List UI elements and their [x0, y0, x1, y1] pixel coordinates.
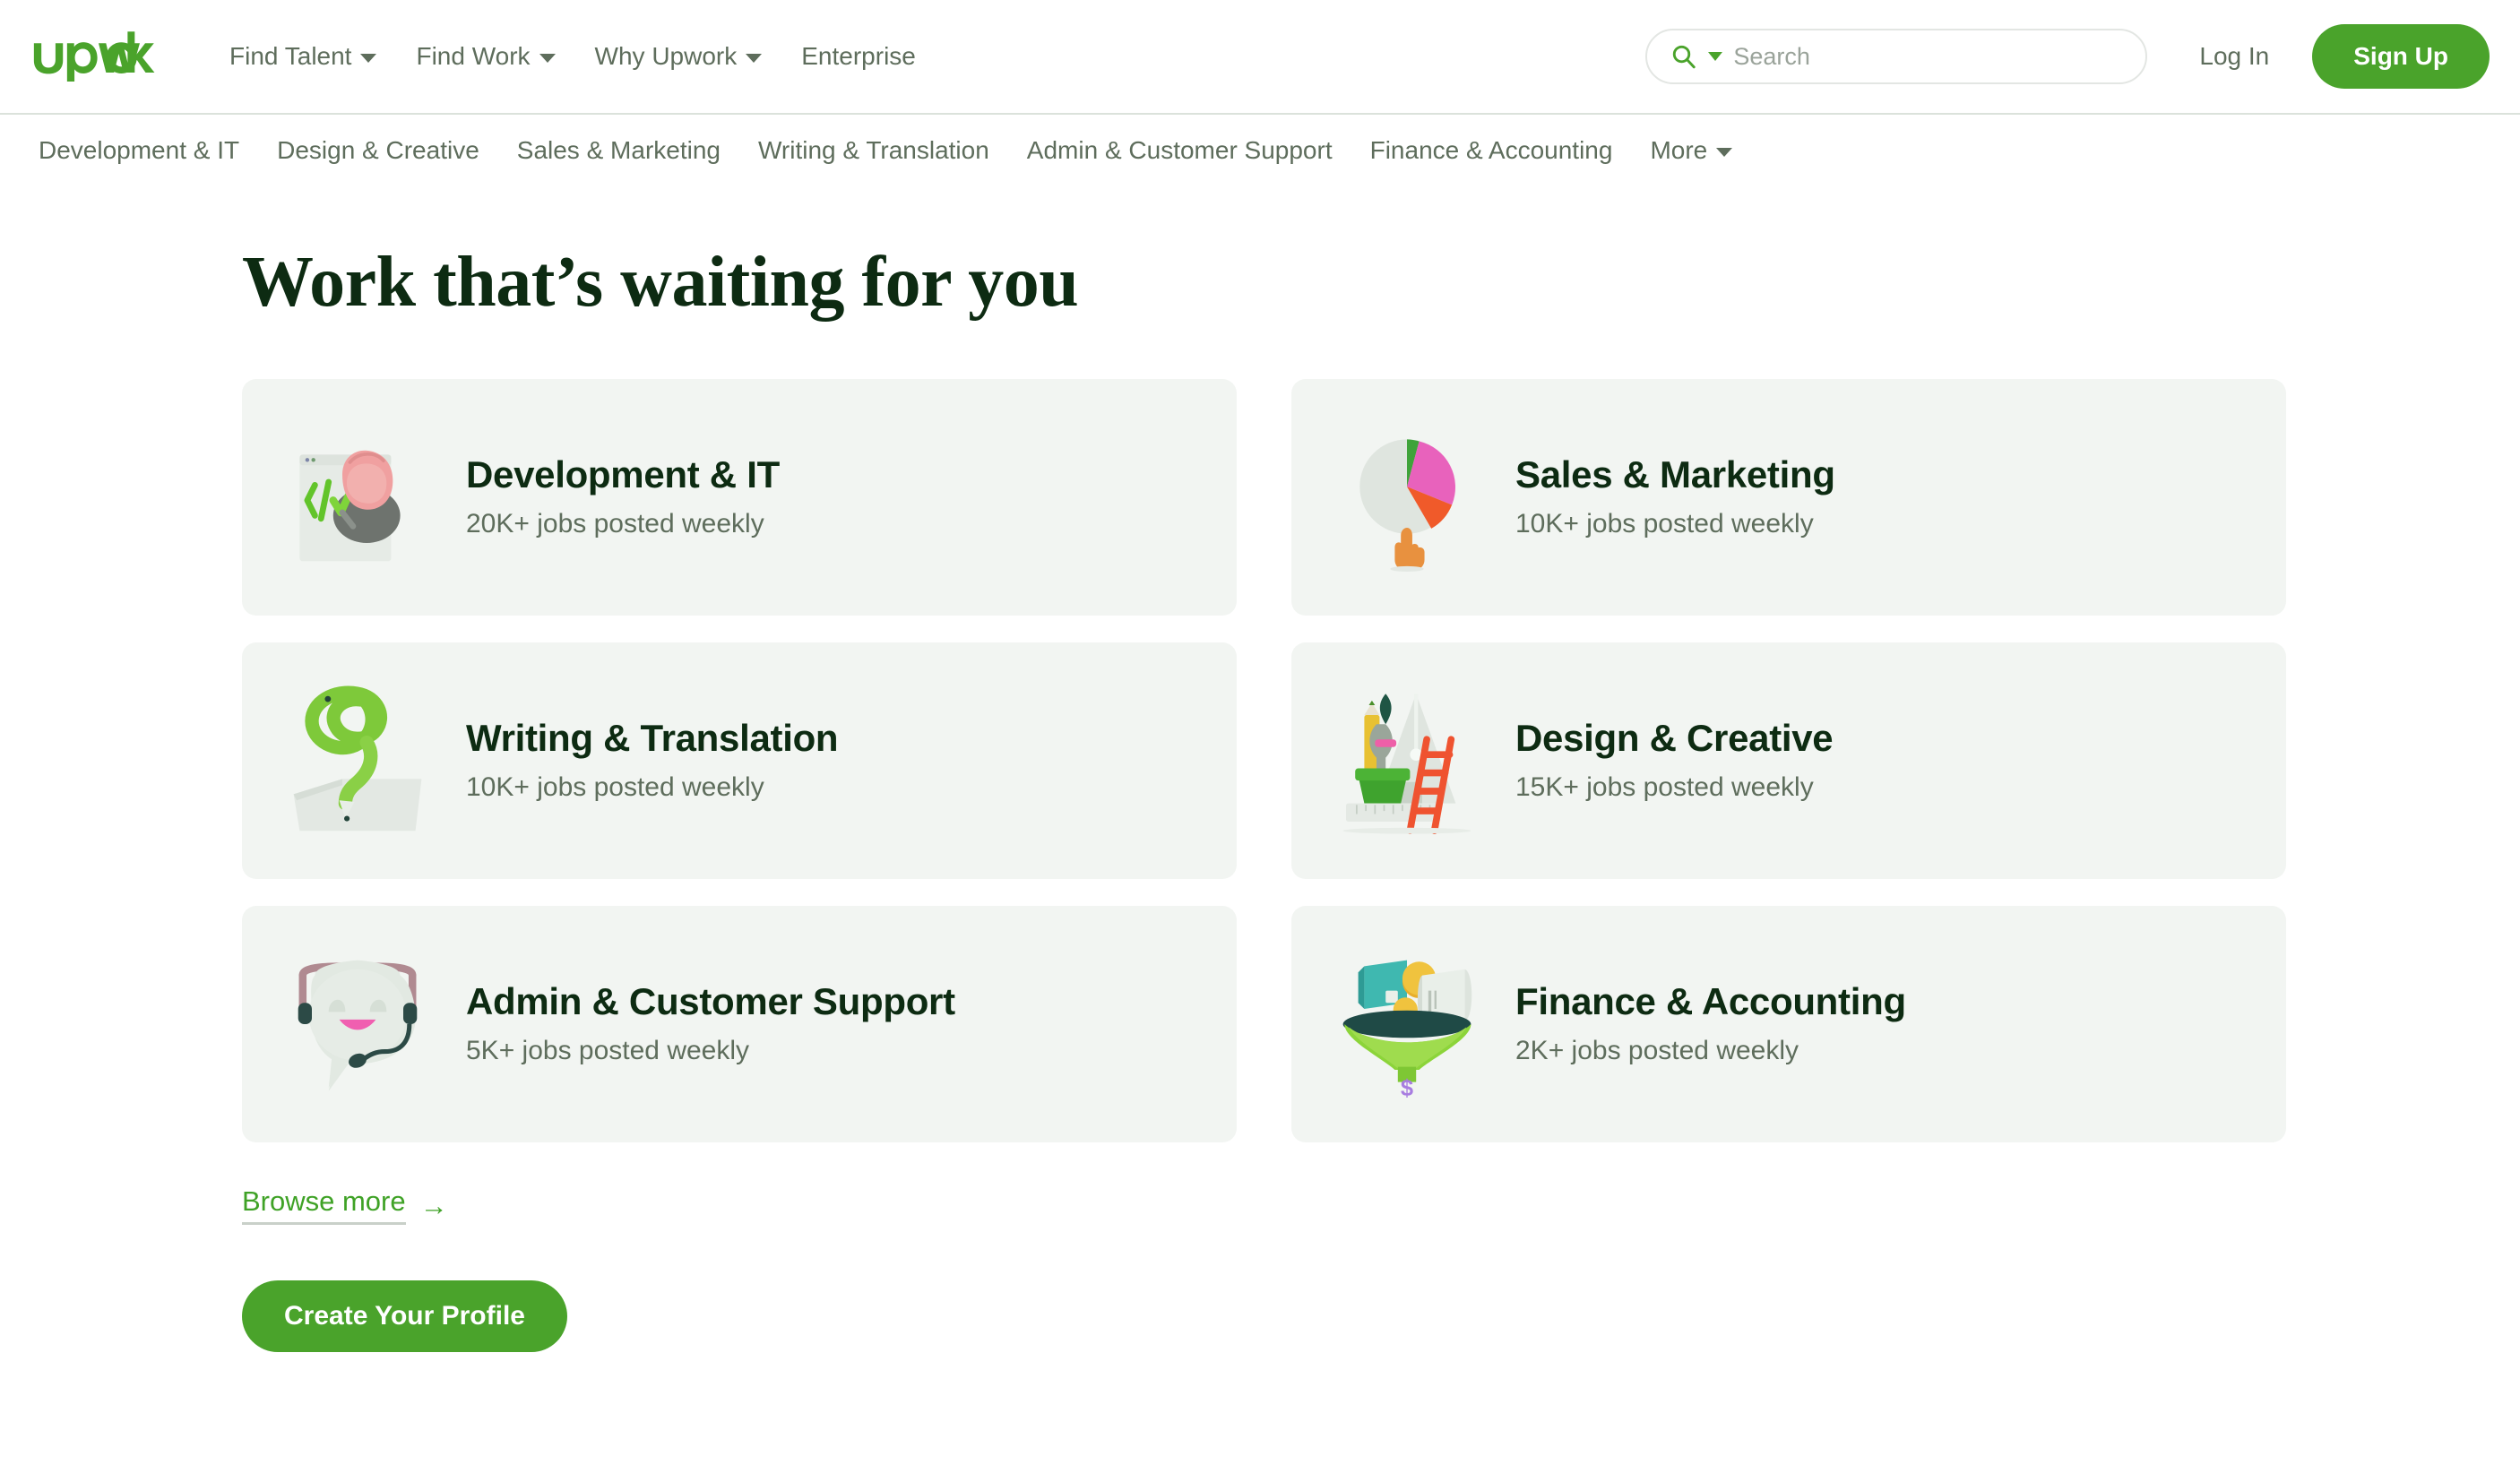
category-card-sales-marketing[interactable]: Sales & Marketing 10K+ jobs posted weekl… [1291, 379, 2286, 616]
category-nav-item-writing-translation[interactable]: Writing & Translation [739, 127, 1008, 174]
search-input[interactable] [1733, 42, 2123, 71]
category-nav: Development & IT Design & Creative Sales… [0, 115, 2520, 186]
category-nav-label: Sales & Marketing [516, 136, 721, 164]
search-box[interactable] [1645, 29, 2148, 84]
nav-item-label: Enterprise [801, 42, 916, 70]
card-title: Finance & Accounting [1515, 979, 1906, 1022]
nav-item-why-upwork[interactable]: Why Upwork [575, 35, 782, 78]
card-text: Writing & Translation 10K+ jobs posted w… [466, 716, 839, 804]
category-cards-grid: Development & IT 20K+ jobs posted weekly… [242, 379, 2286, 1142]
category-nav-label: Design & Creative [277, 136, 479, 164]
main-content: Work that’s waiting for you Development … [0, 186, 2520, 1352]
category-nav-item-admin-customer-support[interactable]: Admin & Customer Support [1008, 127, 1351, 174]
page-title: Work that’s waiting for you [242, 243, 1079, 322]
nav-item-find-talent[interactable]: Find Talent [210, 35, 396, 78]
card-subtitle: 2K+ jobs posted weekly [1515, 1036, 1799, 1066]
card-subtitle: 10K+ jobs posted weekly [1515, 509, 1814, 539]
chevron-down-icon [539, 53, 556, 63]
sign-up-button[interactable]: Sign Up [2312, 24, 2490, 89]
pie-chart-fingertip-illustration [1359, 439, 1456, 572]
chevron-down-icon [1716, 147, 1733, 157]
category-card-admin-customer-support[interactable]: Admin & Customer Support 5K+ jobs posted… [242, 906, 1237, 1142]
category-card-design-creative[interactable]: Design & Creative 15K+ jobs posted weekl… [1291, 642, 2286, 879]
card-title: Admin & Customer Support [466, 979, 955, 1022]
card-subtitle: 20K+ jobs posted weekly [466, 509, 764, 539]
category-nav-item-design-creative[interactable]: Design & Creative [258, 127, 498, 174]
category-nav-label: Finance & Accounting [1369, 136, 1613, 164]
card-text: Development & IT 20K+ jobs posted weekly [466, 452, 780, 540]
pencil-pot-ladder-illustration [1342, 694, 1471, 835]
nav-item-label: Find Work [416, 42, 531, 70]
card-text: Design & Creative 15K+ jobs posted weekl… [1515, 716, 1834, 804]
card-text: Sales & Marketing 10K+ jobs posted weekl… [1515, 452, 1835, 540]
card-title: Design & Creative [1515, 716, 1834, 759]
log-in-link[interactable]: Log In [2172, 31, 2296, 82]
browse-more-link[interactable]: Browse more → [242, 1185, 448, 1225]
nav-item-find-work[interactable]: Find Work [396, 35, 574, 78]
nav-item-enterprise[interactable]: Enterprise [781, 35, 936, 78]
chevron-down-icon [746, 53, 763, 63]
headset-speech-bubble-illustration [298, 960, 418, 1091]
header-actions: Log In Sign Up [1645, 24, 2490, 89]
card-subtitle: 15K+ jobs posted weekly [1515, 772, 1814, 803]
card-text: Finance & Accounting 2K+ jobs posted wee… [1515, 979, 1906, 1067]
category-nav-label: Admin & Customer Support [1026, 136, 1333, 164]
nav-item-label: Find Talent [229, 42, 352, 70]
card-subtitle: 5K+ jobs posted weekly [466, 1036, 750, 1066]
upwork-logo[interactable] [32, 31, 165, 82]
category-nav-item-more[interactable]: More [1631, 127, 1751, 174]
nav-item-label: Why Upwork [594, 42, 738, 70]
category-nav-label: Development & IT [39, 136, 240, 164]
search-icon [1673, 45, 1696, 69]
search-scope-chevron-down-icon[interactable] [1708, 52, 1723, 61]
card-text: Admin & Customer Support 5K+ jobs posted… [466, 979, 955, 1067]
arrow-right-icon: → [419, 1189, 448, 1221]
category-card-development-it[interactable]: Development & IT 20K+ jobs posted weekly [242, 379, 1237, 616]
card-title: Development & IT [466, 452, 780, 495]
category-nav-item-sales-marketing[interactable]: Sales & Marketing [498, 127, 739, 174]
create-your-profile-button[interactable]: Create Your Profile [242, 1280, 567, 1352]
card-subtitle: 10K+ jobs posted weekly [466, 772, 764, 803]
card-title: Writing & Translation [466, 716, 839, 759]
card-title: Sales & Marketing [1515, 452, 1835, 495]
chevron-down-icon [360, 53, 377, 63]
code-window-hand-illustration [299, 450, 401, 562]
category-nav-label: More [1650, 136, 1708, 164]
category-nav-label: Writing & Translation [757, 136, 989, 164]
category-nav-item-finance-accounting[interactable]: Finance & Accounting [1351, 127, 1632, 174]
funnel-coins-invoice-illustration: $ [1342, 960, 1472, 1100]
browse-more-label: Browse more [242, 1185, 406, 1225]
category-card-finance-accounting[interactable]: $ Finance & Accounting 2K+ jobs posted w… [1291, 906, 2286, 1142]
curled-pencil-paper-illustration [293, 685, 422, 831]
category-nav-item-development-it[interactable]: Development & IT [20, 127, 258, 174]
svg-text:$: $ [1401, 1076, 1413, 1100]
primary-nav: Find Talent Find Work Why Upwork Enterpr… [210, 35, 936, 78]
site-header: Find Talent Find Work Why Upwork Enterpr… [0, 0, 2520, 115]
category-card-writing-translation[interactable]: Writing & Translation 10K+ jobs posted w… [242, 642, 1237, 879]
